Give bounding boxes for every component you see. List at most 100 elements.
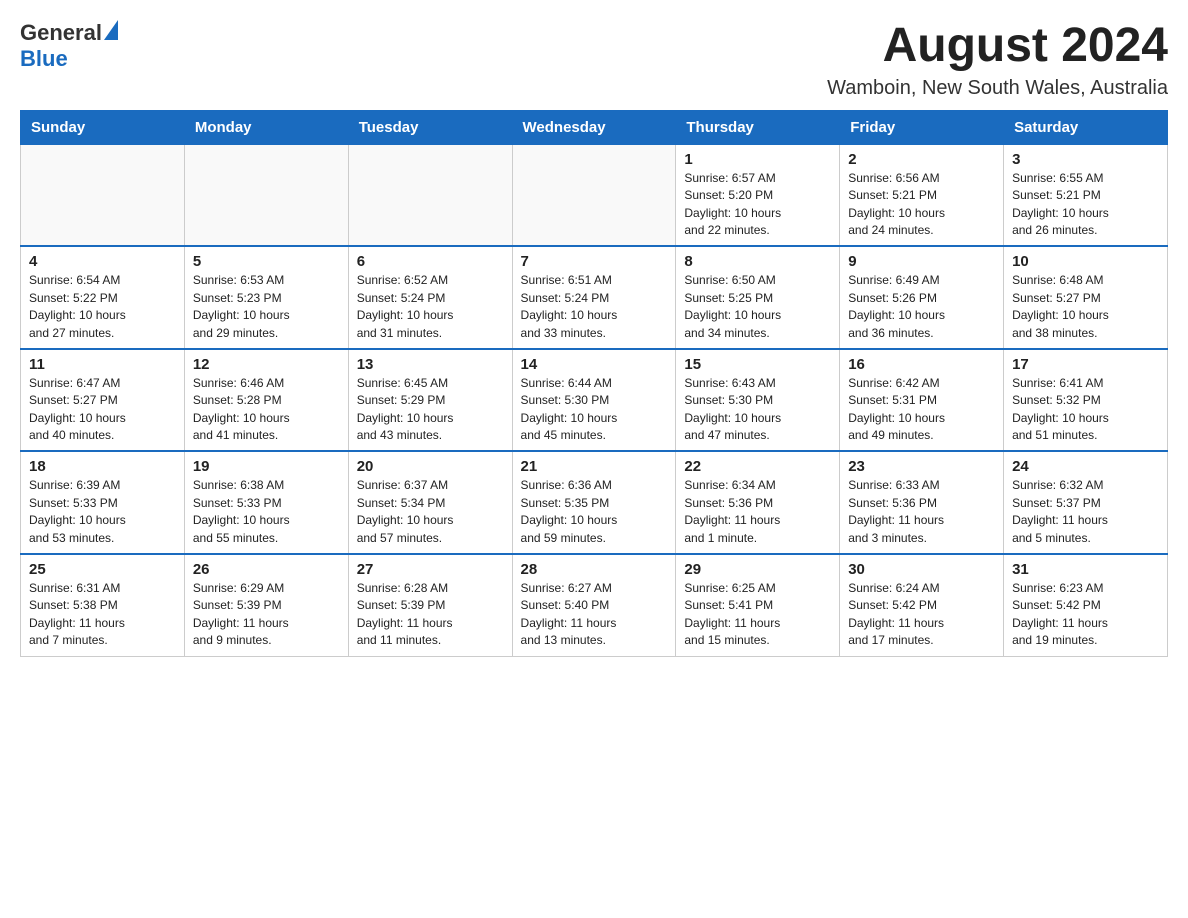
calendar-cell: 19 Sunrise: 6:38 AM Sunset: 5:33 PM Dayli… [184,451,348,554]
calendar-cell: 6Sunrise: 6:52 AM Sunset: 5:24 PM Daylig… [348,246,512,349]
day-number: 17 [1012,356,1159,373]
day-number: 14 [521,356,668,373]
day-info: Sunrise: 6:57 AM Sunset: 5:20 PM Dayligh… [684,170,831,240]
day-info: Sunrise: 6:46 AM Sunset: 5:28 PM Dayligh… [193,375,340,445]
calendar-table: SundayMondayTuesdayWednesdayThursdayFrid… [20,110,1168,657]
day-info: Sunrise: 6:44 AM Sunset: 5:30 PM Dayligh… [521,375,668,445]
day-info: Sunrise: 6:37 AM Sunset: 5:34 PM Dayligh… [357,477,504,547]
day-number: 31 [1012,561,1159,578]
calendar-cell: 27 Sunrise: 6:28 AM Sunset: 5:39 PM Dayli… [348,554,512,656]
calendar-cell: 15 Sunrise: 6:43 AM Sunset: 5:30 PM Dayli… [676,349,840,452]
calendar-cell: 14 Sunrise: 6:44 AM Sunset: 5:30 PM Dayli… [512,349,676,452]
calendar-cell: 16Sunrise: 6:42 AM Sunset: 5:31 PM Dayli… [840,349,1004,452]
day-number: 28 [521,561,668,578]
day-number: 29 [684,561,831,578]
day-number: 23 [848,458,995,475]
day-info: Sunrise: 6:45 AM Sunset: 5:29 PM Dayligh… [357,375,504,445]
calendar-cell: 12 Sunrise: 6:46 AM Sunset: 5:28 PM Dayli… [184,349,348,452]
weekday-header-wednesday: Wednesday [512,110,676,144]
calendar-cell: 31 Sunrise: 6:23 AM Sunset: 5:42 PM Dayli… [1004,554,1168,656]
day-number: 2 [848,151,995,168]
day-info: Sunrise: 6:25 AM Sunset: 5:41 PM Dayligh… [684,580,831,650]
day-number: 27 [357,561,504,578]
day-info: Sunrise: 6:38 AM Sunset: 5:33 PM Dayligh… [193,477,340,547]
day-info: Sunrise: 6:53 AM Sunset: 5:23 PM Dayligh… [193,272,340,342]
day-number: 8 [684,253,831,270]
weekday-header-monday: Monday [184,110,348,144]
day-info: Sunrise: 6:54 AM Sunset: 5:22 PM Dayligh… [29,272,176,342]
logo-blue: Blue [20,46,68,71]
month-title: August 2024 [827,20,1168,73]
day-number: 19 [193,458,340,475]
day-number: 7 [521,253,668,270]
day-info: Sunrise: 6:28 AM Sunset: 5:39 PM Dayligh… [357,580,504,650]
day-info: Sunrise: 6:50 AM Sunset: 5:25 PM Dayligh… [684,272,831,342]
calendar-cell: 30 Sunrise: 6:24 AM Sunset: 5:42 PM Dayli… [840,554,1004,656]
day-info: Sunrise: 6:55 AM Sunset: 5:21 PM Dayligh… [1012,170,1159,240]
calendar-cell: 24 Sunrise: 6:32 AM Sunset: 5:37 PM Dayli… [1004,451,1168,554]
day-number: 9 [848,253,995,270]
day-number: 24 [1012,458,1159,475]
day-number: 20 [357,458,504,475]
weekday-header-friday: Friday [840,110,1004,144]
day-number: 18 [29,458,176,475]
day-info: Sunrise: 6:24 AM Sunset: 5:42 PM Dayligh… [848,580,995,650]
day-number: 1 [684,151,831,168]
day-number: 4 [29,253,176,270]
calendar-cell: 10 Sunrise: 6:48 AM Sunset: 5:27 PM Dayli… [1004,246,1168,349]
calendar-header-row: SundayMondayTuesdayWednesdayThursdayFrid… [21,110,1168,144]
day-number: 6 [357,253,504,270]
calendar-cell: 9 Sunrise: 6:49 AM Sunset: 5:26 PM Daylig… [840,246,1004,349]
day-info: Sunrise: 6:43 AM Sunset: 5:30 PM Dayligh… [684,375,831,445]
calendar-cell [348,144,512,246]
day-info: Sunrise: 6:51 AM Sunset: 5:24 PM Dayligh… [521,272,668,342]
calendar-week-row: 25Sunrise: 6:31 AM Sunset: 5:38 PM Dayli… [21,554,1168,656]
calendar-week-row: 4 Sunrise: 6:54 AM Sunset: 5:22 PM Daylig… [21,246,1168,349]
weekday-header-saturday: Saturday [1004,110,1168,144]
day-info: Sunrise: 6:32 AM Sunset: 5:37 PM Dayligh… [1012,477,1159,547]
page-header: General Blue August 2024 Wamboin, New So… [20,20,1168,100]
day-number: 11 [29,356,176,373]
logo-triangle-icon [104,20,118,40]
calendar-cell [184,144,348,246]
day-number: 26 [193,561,340,578]
day-number: 12 [193,356,340,373]
day-number: 30 [848,561,995,578]
day-info: Sunrise: 6:31 AM Sunset: 5:38 PM Dayligh… [29,580,176,650]
logo: General Blue [20,20,118,72]
day-number: 10 [1012,253,1159,270]
day-info: Sunrise: 6:39 AM Sunset: 5:33 PM Dayligh… [29,477,176,547]
calendar-cell: 2 Sunrise: 6:56 AM Sunset: 5:21 PM Daylig… [840,144,1004,246]
calendar-cell: 21Sunrise: 6:36 AM Sunset: 5:35 PM Dayli… [512,451,676,554]
calendar-cell: 18 Sunrise: 6:39 AM Sunset: 5:33 PM Dayli… [21,451,185,554]
day-info: Sunrise: 6:29 AM Sunset: 5:39 PM Dayligh… [193,580,340,650]
day-info: Sunrise: 6:23 AM Sunset: 5:42 PM Dayligh… [1012,580,1159,650]
calendar-cell: 25Sunrise: 6:31 AM Sunset: 5:38 PM Dayli… [21,554,185,656]
calendar-cell: 11Sunrise: 6:47 AM Sunset: 5:27 PM Dayli… [21,349,185,452]
calendar-cell: 22Sunrise: 6:34 AM Sunset: 5:36 PM Dayli… [676,451,840,554]
calendar-week-row: 11Sunrise: 6:47 AM Sunset: 5:27 PM Dayli… [21,349,1168,452]
day-number: 5 [193,253,340,270]
calendar-cell: 29 Sunrise: 6:25 AM Sunset: 5:41 PM Dayli… [676,554,840,656]
calendar-week-row: 18 Sunrise: 6:39 AM Sunset: 5:33 PM Dayli… [21,451,1168,554]
weekday-header-sunday: Sunday [21,110,185,144]
location-title: Wamboin, New South Wales, Australia [827,77,1168,100]
calendar-cell: 5 Sunrise: 6:53 AM Sunset: 5:23 PM Daylig… [184,246,348,349]
day-info: Sunrise: 6:56 AM Sunset: 5:21 PM Dayligh… [848,170,995,240]
calendar-cell: 28 Sunrise: 6:27 AM Sunset: 5:40 PM Dayli… [512,554,676,656]
calendar-cell: 26 Sunrise: 6:29 AM Sunset: 5:39 PM Dayli… [184,554,348,656]
calendar-cell: 3Sunrise: 6:55 AM Sunset: 5:21 PM Daylig… [1004,144,1168,246]
day-info: Sunrise: 6:49 AM Sunset: 5:26 PM Dayligh… [848,272,995,342]
day-info: Sunrise: 6:27 AM Sunset: 5:40 PM Dayligh… [521,580,668,650]
logo-general: General [20,20,102,46]
day-info: Sunrise: 6:48 AM Sunset: 5:27 PM Dayligh… [1012,272,1159,342]
day-info: Sunrise: 6:42 AM Sunset: 5:31 PM Dayligh… [848,375,995,445]
title-section: August 2024 Wamboin, New South Wales, Au… [827,20,1168,100]
day-info: Sunrise: 6:34 AM Sunset: 5:36 PM Dayligh… [684,477,831,547]
calendar-week-row: 1 Sunrise: 6:57 AM Sunset: 5:20 PM Daylig… [21,144,1168,246]
calendar-cell: 7 Sunrise: 6:51 AM Sunset: 5:24 PM Daylig… [512,246,676,349]
calendar-cell: 4 Sunrise: 6:54 AM Sunset: 5:22 PM Daylig… [21,246,185,349]
day-number: 15 [684,356,831,373]
day-number: 21 [521,458,668,475]
day-info: Sunrise: 6:41 AM Sunset: 5:32 PM Dayligh… [1012,375,1159,445]
